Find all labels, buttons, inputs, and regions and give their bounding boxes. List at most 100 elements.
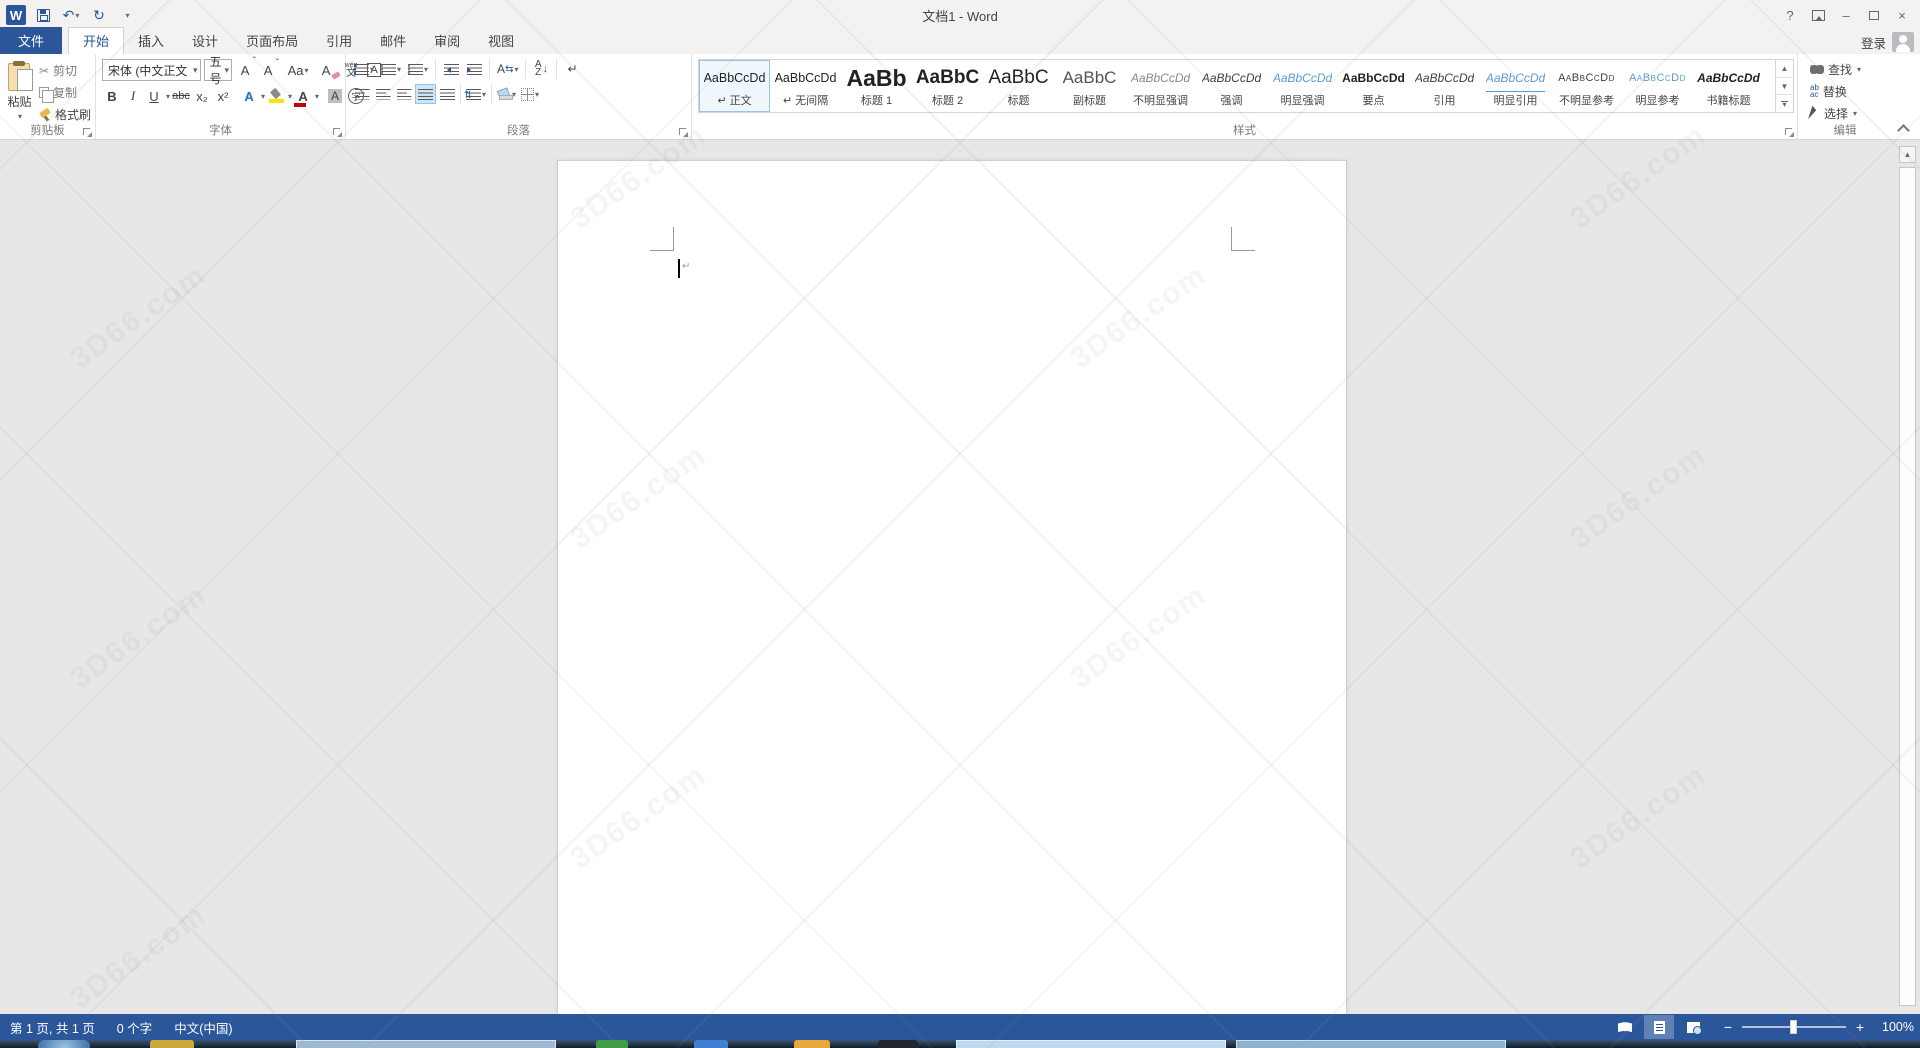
tab-mailings[interactable]: 邮件 xyxy=(366,28,420,54)
print-layout-button[interactable] xyxy=(1644,1015,1674,1039)
taskbar-icon[interactable] xyxy=(794,1040,830,1048)
word-count-status[interactable]: 0 个字 xyxy=(117,1018,152,1037)
font-name-combo[interactable]: 宋体 (中文正文▾ xyxy=(102,59,201,81)
taskbar-icon[interactable] xyxy=(694,1040,728,1048)
style-item-emphasis[interactable]: AaBbCcDd强调 xyxy=(1196,60,1267,112)
style-item-subtitle[interactable]: AaBbC副标题 xyxy=(1054,60,1125,112)
find-dropdown-icon[interactable]: ▾ xyxy=(1857,65,1861,74)
style-item-subtle-reference[interactable]: AaBbCcDd不明显参考 xyxy=(1551,60,1622,112)
taskbar-active-window-button[interactable] xyxy=(956,1040,1226,1048)
style-item-intense-reference[interactable]: AaBbCcDd明显参考 xyxy=(1622,60,1693,112)
tab-references[interactable]: 引用 xyxy=(312,28,366,54)
shading-button[interactable]: ▾ xyxy=(495,84,518,104)
text-effects-dropdown-icon[interactable]: ▾ xyxy=(261,92,265,101)
borders-button[interactable]: ▾ xyxy=(519,84,541,104)
tab-page-layout[interactable]: 页面布局 xyxy=(232,28,312,54)
clipboard-dialog-launcher[interactable] xyxy=(83,128,92,137)
underline-button[interactable]: U xyxy=(144,86,164,106)
asian-layout-dropdown-icon[interactable]: ▾ xyxy=(514,65,518,74)
font-dialog-launcher[interactable] xyxy=(333,128,342,137)
minimize-button[interactable]: – xyxy=(1832,3,1860,27)
close-button[interactable]: × xyxy=(1888,3,1916,27)
justify-button[interactable] xyxy=(415,84,436,104)
style-item-no-spacing[interactable]: AaBbCcDd↵ 无间隔 xyxy=(770,60,841,112)
italic-button[interactable]: I xyxy=(123,86,143,106)
superscript-button[interactable]: x² xyxy=(213,86,233,106)
numbering-button[interactable]: ▾ xyxy=(379,59,403,79)
zoom-out-button[interactable]: − xyxy=(1722,1019,1734,1035)
scrollbar-thumb[interactable] xyxy=(1899,167,1916,1006)
style-item-heading2[interactable]: AaBbC标题 2 xyxy=(912,60,983,112)
vertical-scrollbar[interactable]: ▲ xyxy=(1899,146,1916,1006)
font-color-dropdown-icon[interactable]: ▾ xyxy=(315,92,319,101)
taskbar-icon[interactable] xyxy=(878,1040,918,1048)
line-spacing-dropdown-icon[interactable]: ▾ xyxy=(482,90,486,99)
style-item-title[interactable]: AaBbC标题 xyxy=(983,60,1054,112)
undo-dropdown-icon[interactable]: ▾ xyxy=(75,11,79,20)
style-item-quote[interactable]: AaBbCcDd引用 xyxy=(1409,60,1480,112)
find-button[interactable]: 查找▾ xyxy=(1808,60,1890,79)
character-shading-button[interactable]: A xyxy=(325,86,345,106)
redo-button[interactable]: ↻ xyxy=(88,4,110,26)
scrollbar-up-button[interactable]: ▲ xyxy=(1899,146,1916,163)
start-orb[interactable] xyxy=(38,1040,90,1048)
replace-button[interactable]: abac替换 xyxy=(1808,82,1890,101)
bullets-dropdown-icon[interactable]: ▾ xyxy=(370,65,374,74)
bold-button[interactable]: B xyxy=(102,86,122,106)
zoom-slider-thumb[interactable] xyxy=(1790,1020,1797,1034)
bullets-button[interactable]: ▾ xyxy=(352,59,376,79)
style-item-book-title[interactable]: AaBbCcDd书籍标题 xyxy=(1693,60,1764,112)
language-status[interactable]: 中文(中国) xyxy=(174,1018,232,1037)
highlight-dropdown-icon[interactable]: ▾ xyxy=(288,92,292,101)
font-color-button[interactable]: A xyxy=(293,86,313,106)
tab-home[interactable]: 开始 xyxy=(68,27,124,54)
style-item-intense-quote[interactable]: AaBbCcDd明显引用 xyxy=(1480,60,1551,112)
style-item-subtle-emphasis[interactable]: AaBbCcDd不明显强调 xyxy=(1125,60,1196,112)
styles-scroll-up-button[interactable]: ▲ xyxy=(1776,60,1793,78)
zoom-slider[interactable] xyxy=(1742,1026,1846,1028)
customize-qat-button[interactable]: ▾ xyxy=(116,4,138,26)
taskbar-window-button[interactable] xyxy=(296,1040,556,1048)
highlight-color-button[interactable] xyxy=(266,86,286,106)
show-hide-marks-button[interactable]: ↵ xyxy=(562,59,582,79)
read-mode-button[interactable] xyxy=(1610,1015,1640,1039)
tab-insert[interactable]: 插入 xyxy=(124,28,178,54)
ribbon-display-options-button[interactable] xyxy=(1804,3,1832,27)
styles-dialog-launcher[interactable] xyxy=(1785,128,1794,137)
multilevel-list-button[interactable]: ▾ xyxy=(406,59,430,79)
multilevel-dropdown-icon[interactable]: ▾ xyxy=(424,65,428,74)
undo-button[interactable]: ↶▾ xyxy=(60,4,82,26)
grow-font-button[interactable]: A xyxy=(235,60,255,80)
asian-layout-button[interactable]: A⇆▾ xyxy=(495,59,520,79)
styles-more-button[interactable]: ▾ xyxy=(1776,95,1793,112)
taskbar-icon[interactable] xyxy=(596,1040,628,1048)
increase-indent-button[interactable] xyxy=(464,59,484,79)
line-spacing-button[interactable]: ▾ xyxy=(464,84,488,104)
change-case-button[interactable]: Aa▾ xyxy=(288,60,308,80)
taskbar-window-button[interactable] xyxy=(1236,1040,1506,1048)
restore-button[interactable] xyxy=(1860,3,1888,27)
tab-design[interactable]: 设计 xyxy=(178,28,232,54)
document-page[interactable]: ↵ xyxy=(557,160,1347,1014)
help-button[interactable]: ? xyxy=(1776,3,1804,27)
strikethrough-button[interactable]: abc xyxy=(171,86,191,106)
borders-dropdown-icon[interactable]: ▾ xyxy=(535,90,539,99)
zoom-percentage[interactable]: 100% xyxy=(1870,1020,1914,1034)
align-center-button[interactable] xyxy=(373,84,393,104)
save-button[interactable] xyxy=(32,4,54,26)
underline-dropdown-icon[interactable]: ▾ xyxy=(166,92,170,101)
align-left-button[interactable] xyxy=(352,84,372,104)
style-item-heading1[interactable]: AaBb标题 1 xyxy=(841,60,912,112)
collapse-ribbon-button[interactable] xyxy=(1896,123,1912,135)
shrink-font-button[interactable]: A xyxy=(258,60,278,80)
select-button[interactable]: 选择▾ xyxy=(1808,104,1890,123)
tab-review[interactable]: 审阅 xyxy=(420,28,474,54)
taskbar-icon[interactable] xyxy=(150,1040,194,1048)
decrease-indent-button[interactable] xyxy=(441,59,461,79)
style-item-strong[interactable]: AaBbCcDd要点 xyxy=(1338,60,1409,112)
sign-in[interactable]: 登录 xyxy=(1861,32,1914,52)
tab-view[interactable]: 视图 xyxy=(474,28,528,54)
align-right-button[interactable] xyxy=(394,84,414,104)
cut-button[interactable]: ✂剪切 xyxy=(37,61,93,80)
page-number-status[interactable]: 第 1 页, 共 1 页 xyxy=(10,1018,95,1037)
